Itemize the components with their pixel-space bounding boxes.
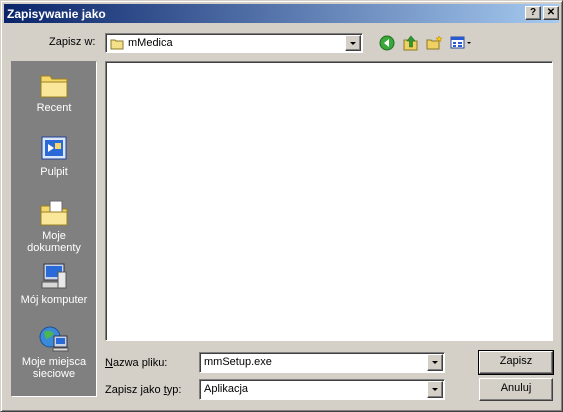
file-name-label-accel: N <box>105 357 113 369</box>
new-folder-icon[interactable] <box>425 34 443 52</box>
close-button[interactable]: ✕ <box>543 6 559 20</box>
window-title: Zapisywanie jako <box>7 6 106 21</box>
title-bar[interactable]: Zapisywanie jako ? ✕ <box>4 4 559 23</box>
view-menu-icon[interactable] <box>449 34 473 52</box>
up-folder-icon[interactable] <box>402 34 420 52</box>
file-type-label: Zapisz jako typ: <box>105 384 181 396</box>
places-item-desktop[interactable]: Pulpit <box>12 134 96 178</box>
my-documents-icon <box>40 200 68 226</box>
places-item-label: Pulpit <box>40 166 68 178</box>
places-item-my-documents[interactable]: Moje dokumenty <box>12 198 96 254</box>
save-in-label: Zapisz w: <box>49 36 96 48</box>
file-list[interactable] <box>105 61 553 341</box>
places-item-label-line1: Moje <box>42 230 66 242</box>
file-type-select[interactable]: Aplikacja <box>199 379 445 400</box>
file-type-label-text: Zapisz jako <box>105 384 164 396</box>
file-type-label-rest: yp: <box>166 384 182 396</box>
desktop-icon <box>41 136 67 160</box>
file-name-label: Nazwa pliku: <box>105 357 167 369</box>
help-button[interactable]: ? <box>525 6 541 20</box>
places-item-label-line2: sieciowe <box>32 368 76 380</box>
chevron-down-icon[interactable] <box>427 354 443 371</box>
my-computer-icon <box>41 263 67 289</box>
file-name-label-text: azwa pliku: <box>112 357 168 369</box>
folder-icon <box>110 38 124 53</box>
places-item-recent[interactable]: Recent <box>12 70 96 114</box>
places-item-label-line1: Moje miejsca <box>21 356 87 368</box>
file-name-field[interactable]: mmSetup.exe <box>199 352 445 373</box>
save-button[interactable]: Zapisz <box>478 350 554 375</box>
places-item-label: Recent <box>36 102 72 114</box>
back-icon[interactable] <box>378 34 396 52</box>
file-type-value: Aplikacja <box>204 383 249 395</box>
chevron-down-icon[interactable] <box>427 381 443 398</box>
places-item-network-places[interactable]: Moje miejsca sieciowe <box>12 324 96 380</box>
places-bar: Recent Pulpit Moje dokumenty Mój kompute… <box>11 61 97 397</box>
file-name-value[interactable]: mmSetup.exe <box>204 356 272 368</box>
save-as-dialog: Zapisywanie jako ? ✕ Zapisz w: mMedica R… <box>0 0 563 412</box>
places-item-label-line2: dokumenty <box>27 242 81 254</box>
places-item-my-computer[interactable]: Mój komputer <box>12 262 96 306</box>
chevron-down-icon[interactable] <box>345 35 361 51</box>
cancel-button[interactable]: Anuluj <box>479 378 553 401</box>
save-in-select[interactable]: mMedica <box>105 33 363 53</box>
save-in-value: mMedica <box>128 37 173 49</box>
places-item-label: Mój komputer <box>20 294 88 306</box>
recent-folder-icon <box>40 75 68 98</box>
network-places-icon <box>39 326 69 352</box>
